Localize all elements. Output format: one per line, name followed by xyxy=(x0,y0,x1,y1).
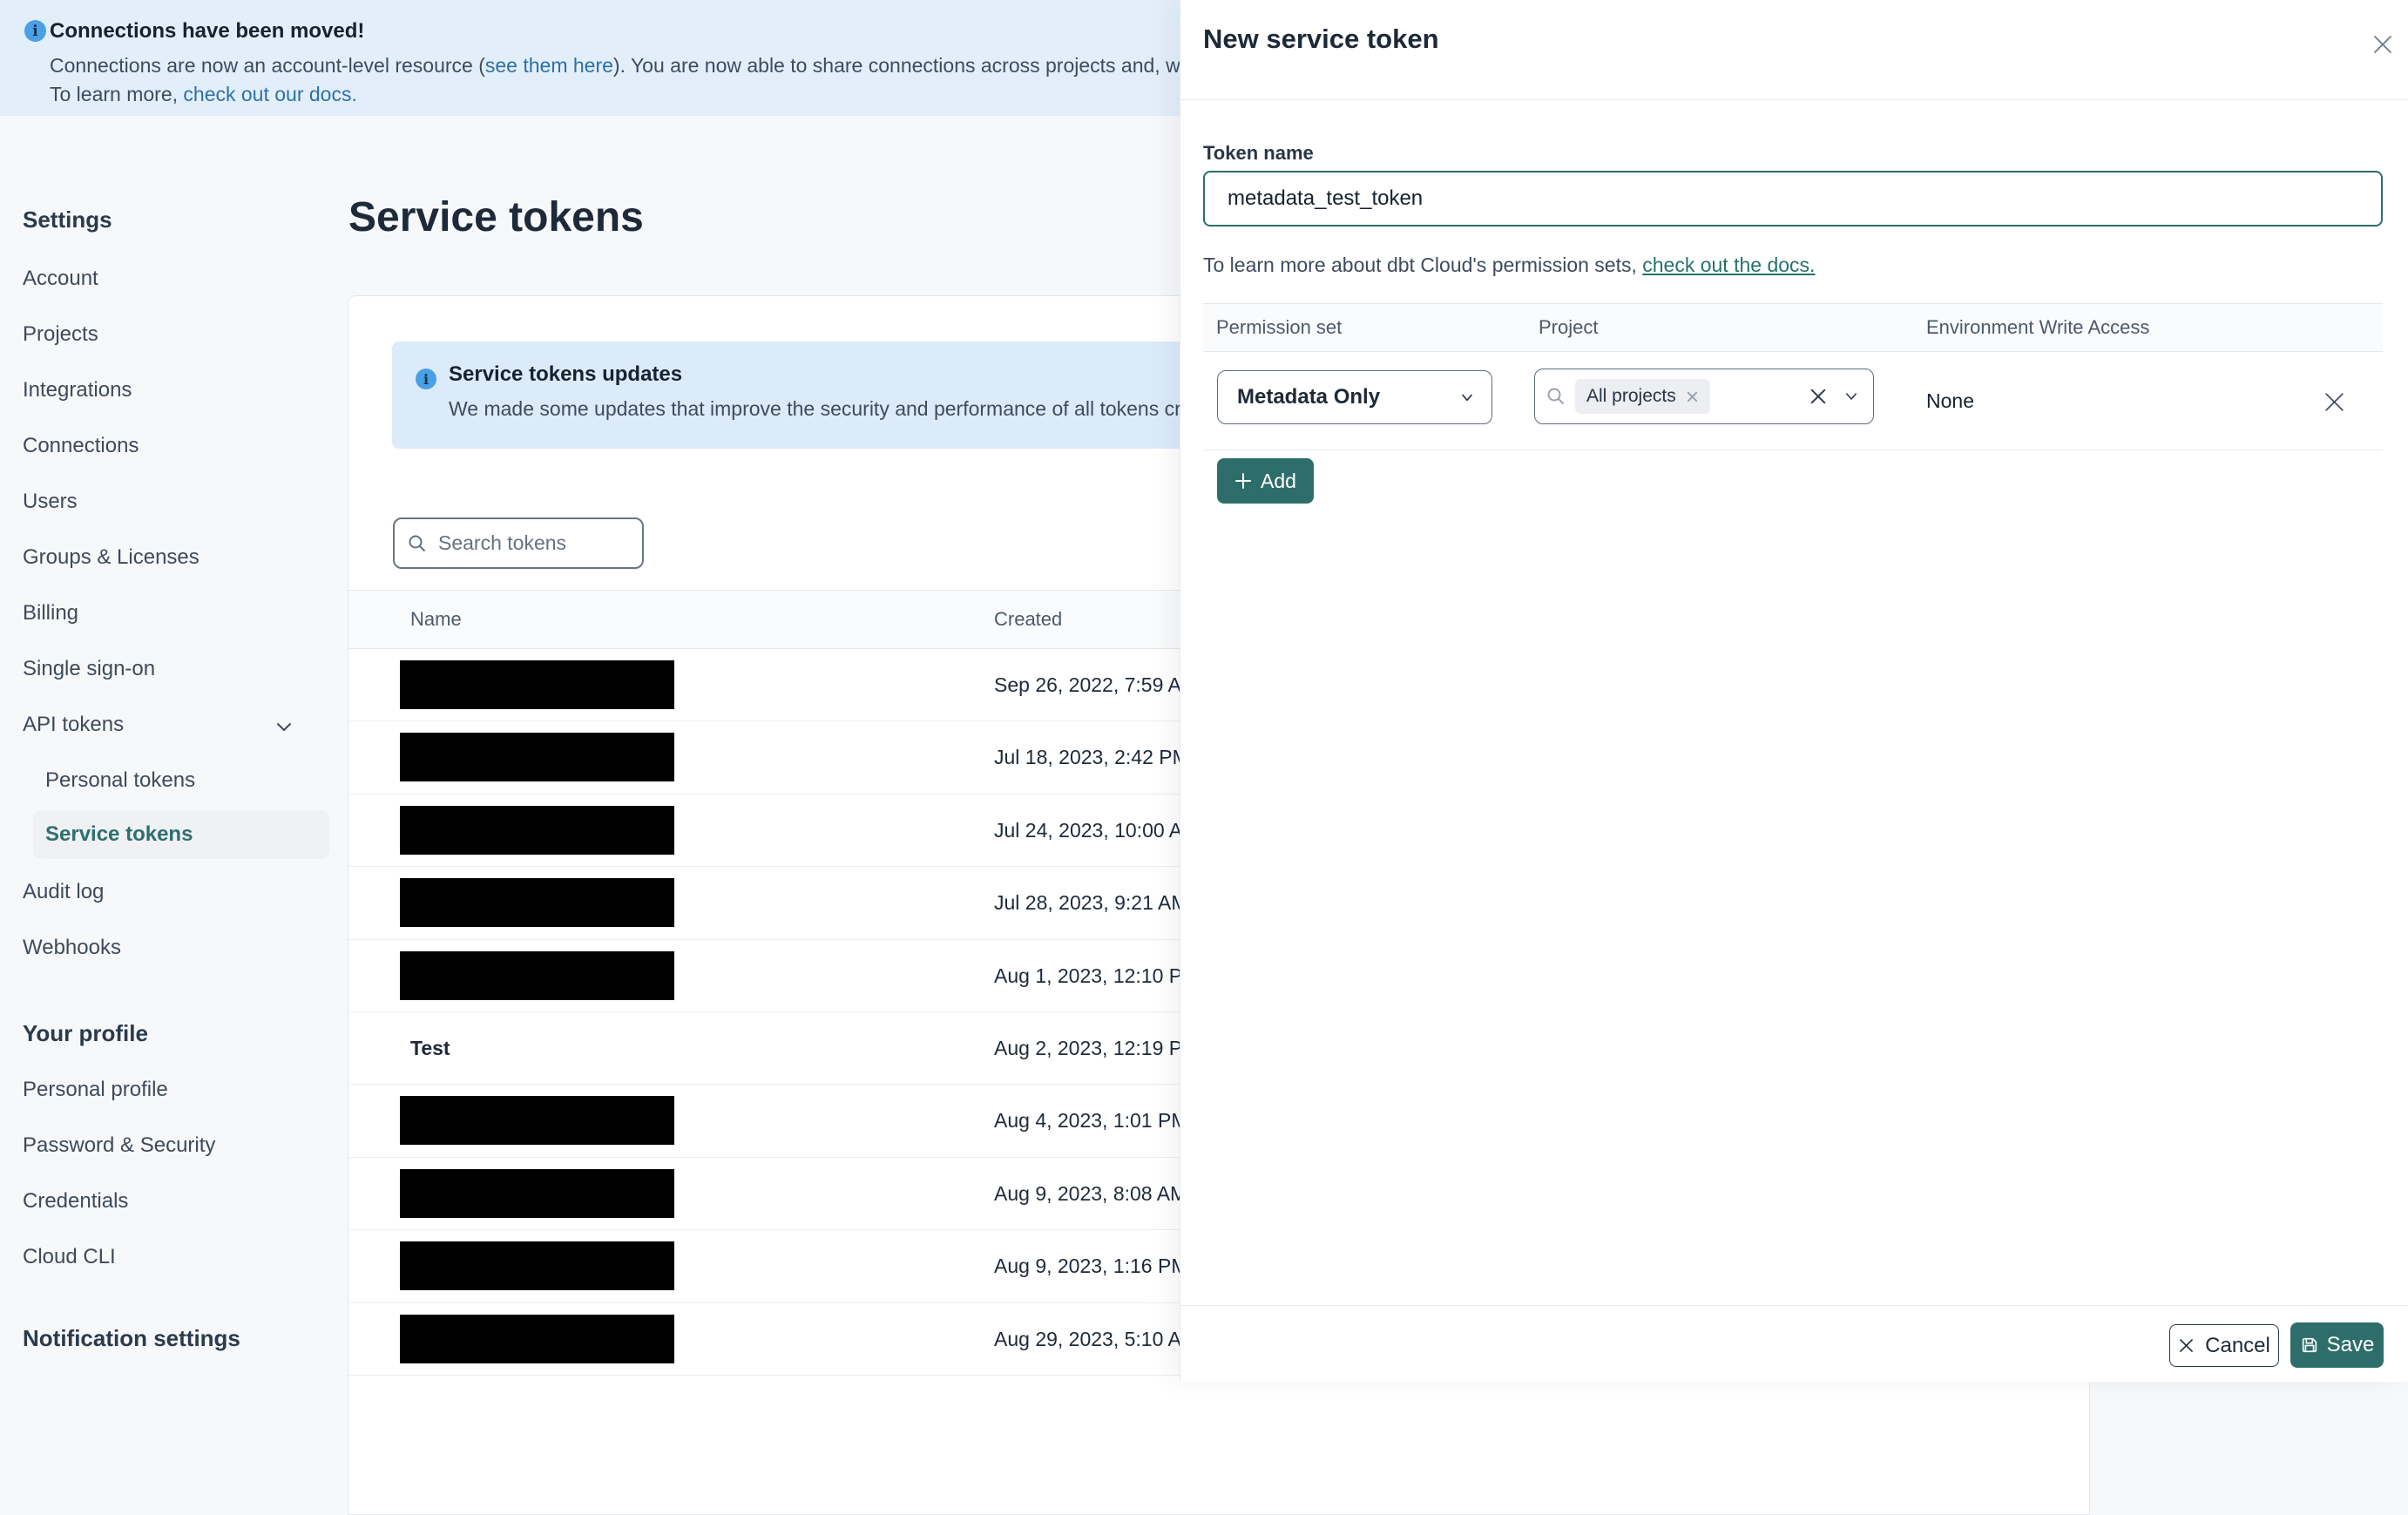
token-created-date: Jul 18, 2023, 2:42 PM P xyxy=(994,746,1208,769)
sidebar-item-audit-log[interactable]: Audit log xyxy=(23,880,104,904)
save-button-label: Save xyxy=(2326,1333,2375,1356)
panel-header-divider xyxy=(1180,99,2408,100)
sidebar-item-personal-tokens[interactable]: Personal tokens xyxy=(45,768,195,793)
plus-icon xyxy=(1235,473,1251,489)
banner-body: Connections are now an account-level res… xyxy=(50,54,1289,78)
chevron-down-icon xyxy=(1462,394,1472,402)
banner-footer-text: To learn more, xyxy=(50,83,184,105)
token-created-date: Aug 9, 2023, 1:16 PM P xyxy=(994,1255,1207,1278)
callout-title: Service tokens updates xyxy=(449,362,683,386)
search-input[interactable] xyxy=(438,531,630,555)
redacted-token-name xyxy=(400,1168,674,1218)
chevron-down-icon[interactable] xyxy=(273,715,295,738)
chevron-down-icon[interactable] xyxy=(1843,389,1859,404)
close-panel-button[interactable] xyxy=(2364,26,2401,63)
check-out-the-docs-link[interactable]: check out the docs. xyxy=(1642,254,1815,276)
token-name-label: Token name xyxy=(1203,142,1314,164)
clear-selection-icon[interactable] xyxy=(1809,387,1828,406)
sidebar-item-password-security[interactable]: Password & Security xyxy=(23,1133,215,1158)
search-icon xyxy=(1547,388,1565,405)
sidebar-item-account[interactable]: Account xyxy=(23,267,98,291)
sidebar-item-webhooks[interactable]: Webhooks xyxy=(23,936,121,960)
close-icon xyxy=(2324,392,2344,411)
project-chip-all-projects: All projects xyxy=(1575,379,1710,414)
project-multiselect[interactable]: All projects xyxy=(1534,369,1874,424)
permission-row: Metadata Only All projects None xyxy=(1203,352,2383,450)
sidebar-item-personal-profile[interactable]: Personal profile xyxy=(23,1078,168,1102)
redacted-token-name xyxy=(400,733,674,782)
token-name: Test xyxy=(410,1036,450,1059)
panel-title: New service token xyxy=(1203,24,1439,54)
save-button[interactable]: Save xyxy=(2290,1322,2384,1368)
redacted-token-name xyxy=(400,660,674,709)
info-icon: i xyxy=(416,369,436,389)
column-header-project: Project xyxy=(1539,316,1599,338)
close-icon xyxy=(2374,36,2391,53)
permission-set-value: Metadata Only xyxy=(1237,385,1381,409)
info-icon: i xyxy=(24,20,46,42)
sidebar-section-notification-settings: Notification settings xyxy=(23,1325,240,1351)
redacted-token-name xyxy=(400,878,674,928)
sidebar-item-api-tokens[interactable]: API tokens xyxy=(23,713,124,737)
token-created-date: Jul 24, 2023, 10:00 AM xyxy=(994,818,1200,842)
settings-sidebar: Settings Account Projects Integrations C… xyxy=(0,116,348,1382)
permission-docs-note: To learn more about dbt Cloud's permissi… xyxy=(1203,254,1815,277)
sidebar-item-connections[interactable]: Connections xyxy=(23,434,139,458)
redacted-token-name xyxy=(400,1096,674,1146)
sidebar-section-settings: Settings xyxy=(23,206,112,233)
redacted-token-name xyxy=(400,1241,674,1291)
permissions-table-header: Permission set Project Environment Write… xyxy=(1203,303,2383,352)
sidebar-item-users[interactable]: Users xyxy=(23,490,78,514)
chip-label: All projects xyxy=(1586,386,1676,406)
callout-body: We made some updates that improve the se… xyxy=(449,397,1232,420)
panel-footer-divider xyxy=(1180,1305,2408,1306)
sidebar-item-cloud-cli[interactable]: Cloud CLI xyxy=(23,1245,116,1269)
save-disk-icon xyxy=(2302,1337,2317,1353)
banner-footer: To learn more, check out our docs. xyxy=(50,83,357,106)
search-icon xyxy=(409,535,426,551)
see-them-here-link[interactable]: see them here xyxy=(485,54,613,77)
redacted-token-name xyxy=(400,950,674,1000)
sidebar-item-service-tokens-active[interactable]: Service tokens xyxy=(33,810,329,859)
token-created-date: Aug 4, 2023, 1:01 PM P xyxy=(994,1109,1207,1133)
close-icon xyxy=(2180,1339,2194,1352)
sidebar-item-single-sign-on[interactable]: Single sign-on xyxy=(23,657,155,681)
sidebar-item-projects[interactable]: Projects xyxy=(23,322,98,347)
sidebar-item-credentials[interactable]: Credentials xyxy=(23,1189,128,1214)
new-service-token-panel: New service token Token name To learn mo… xyxy=(1180,0,2408,1382)
column-header-created: Created xyxy=(994,608,1063,630)
column-header-environment-write-access: Environment Write Access xyxy=(1926,316,2150,338)
cancel-button-label: Cancel xyxy=(2205,1333,2270,1357)
token-name-input[interactable] xyxy=(1203,171,2383,227)
sidebar-item-billing[interactable]: Billing xyxy=(23,601,78,626)
environment-write-access-value: None xyxy=(1926,389,1974,412)
add-button-label: Add xyxy=(1261,469,1296,492)
redacted-token-name xyxy=(400,805,674,855)
column-header-permission-set: Permission set xyxy=(1216,316,1343,338)
token-created-date: Aug 9, 2023, 8:08 AM P xyxy=(994,1181,1206,1205)
banner-body-text: Connections are now an account-level res… xyxy=(50,54,485,77)
sidebar-item-label: Service tokens xyxy=(45,822,193,846)
column-header-name: Name xyxy=(410,608,462,630)
check-out-our-docs-link[interactable]: check out our docs. xyxy=(183,83,356,105)
cancel-button[interactable]: Cancel xyxy=(2169,1324,2279,1367)
sidebar-item-integrations[interactable]: Integrations xyxy=(23,378,132,402)
page-title: Service tokens xyxy=(348,194,644,240)
banner-title: Connections have been moved! xyxy=(50,19,365,43)
sidebar-item-groups-licenses[interactable]: Groups & Licenses xyxy=(23,545,200,570)
remove-permission-row-button[interactable] xyxy=(2317,384,2351,419)
sidebar-section-your-profile: Your profile xyxy=(23,1020,148,1046)
docs-note-text: To learn more about dbt Cloud's permissi… xyxy=(1203,254,1643,276)
search-tokens-field[interactable] xyxy=(393,517,644,569)
redacted-token-name xyxy=(400,1314,674,1363)
add-permission-button[interactable]: Add xyxy=(1217,458,1314,504)
token-created-date: Jul 28, 2023, 9:21 AM P xyxy=(994,891,1207,915)
remove-chip-icon[interactable] xyxy=(1686,390,1699,403)
permission-set-select[interactable]: Metadata Only xyxy=(1217,370,1492,424)
